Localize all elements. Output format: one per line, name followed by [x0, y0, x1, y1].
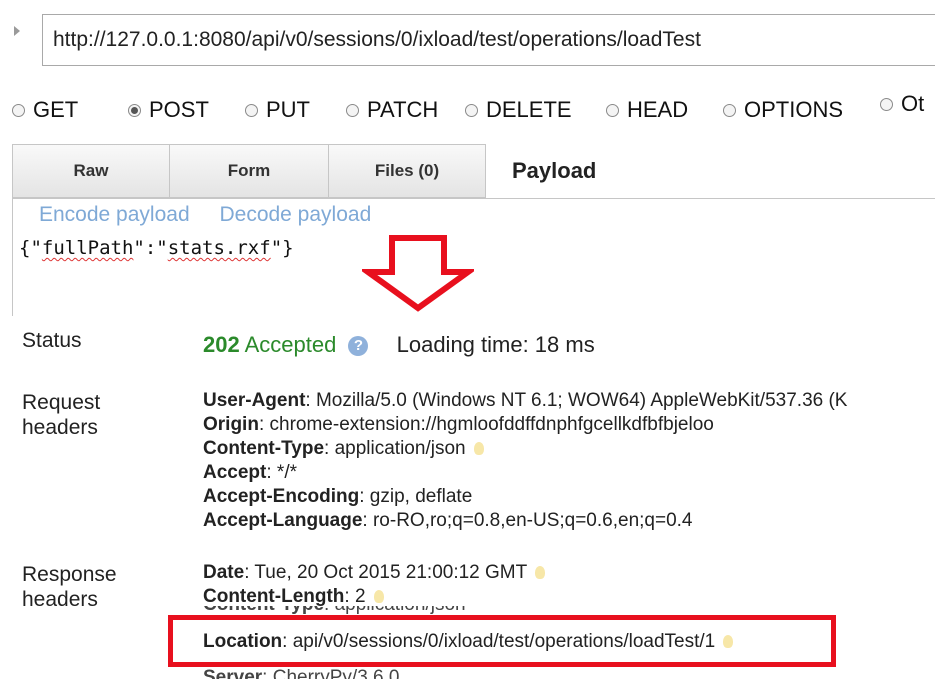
request-headers-list: User-Agent: Mozilla/5.0 (Windows NT 6.1;… [203, 389, 847, 533]
lightbulb-icon[interactable] [473, 442, 484, 455]
radio-post[interactable] [128, 103, 141, 117]
header-value: CherryPy/3.6.0 [272, 667, 400, 679]
encode-payload-link[interactable]: Encode payload [39, 203, 190, 226]
header-value: Tue, 20 Oct 2015 21:00:12 GMT [254, 562, 528, 583]
payload-prefix: {" [19, 237, 42, 259]
method-options[interactable]: OPTIONS [723, 94, 843, 126]
help-icon[interactable]: ? [348, 336, 369, 356]
header-name: Server [203, 667, 263, 679]
method-label: POST [149, 97, 209, 122]
header-value: application/json [335, 606, 466, 615]
header-row: Origin: chrome-extension://hgmloofddffdn… [203, 414, 714, 435]
response-headers-list: Date: Tue, 20 Oct 2015 21:00:12 GMT Cont… [203, 561, 546, 609]
highlight-box [168, 615, 836, 667]
header-value: application/json [334, 438, 466, 459]
label-line: headers [22, 588, 98, 611]
radio-other[interactable] [880, 97, 893, 111]
partially-hidden-header: Server: CherryPy/3.6.0 [203, 667, 399, 679]
header-name: User-Agent [203, 390, 306, 411]
status-code: 202 [203, 332, 240, 357]
method-label: GET [33, 97, 79, 122]
header-name: Origin [203, 414, 259, 435]
status-line: 202 Accepted ? Loading time: 18 ms [203, 332, 595, 358]
header-value: ro-RO,ro;q=0.8,en-US;q=0.6,en;q=0.4 [372, 510, 693, 531]
header-row: Accept-Language: ro-RO,ro;q=0.8,en-US;q=… [203, 510, 693, 531]
radio-options[interactable] [723, 103, 736, 117]
label-line: Request [22, 391, 101, 414]
radio-head[interactable] [606, 103, 619, 117]
header-name: Content-Type [203, 438, 325, 459]
payload-text[interactable]: {"fullPath":"stats.rxf"} [19, 237, 294, 259]
radio-delete[interactable] [465, 103, 478, 117]
header-name: Date [203, 562, 245, 583]
header-value: 2 [354, 586, 366, 607]
tab-files[interactable]: Files (0) [328, 144, 486, 198]
radio-get[interactable] [12, 103, 25, 117]
label-line: headers [22, 416, 98, 439]
encode-decode-links: Encode payload Decode payload [39, 203, 395, 227]
method-get[interactable]: GET [12, 94, 78, 126]
url-input[interactable]: http://127.0.0.1:8080/api/v0/sessions/0/… [42, 14, 935, 66]
payload-value: stats.rxf [167, 237, 271, 259]
payload-separator: ":" [133, 237, 168, 259]
header-row: Accept: */* [203, 462, 297, 483]
header-value: gzip, deflate [369, 486, 473, 507]
radio-patch[interactable] [346, 103, 359, 117]
tab-form[interactable]: Form [169, 144, 329, 198]
header-name: Content-Type [203, 606, 324, 615]
method-label: HEAD [627, 97, 689, 122]
method-patch[interactable]: PATCH [346, 94, 438, 126]
method-other[interactable]: Ot [880, 88, 924, 120]
method-label: DELETE [486, 97, 572, 122]
header-value: */* [276, 462, 297, 483]
header-row: User-Agent: Mozilla/5.0 (Windows NT 6.1;… [203, 390, 848, 411]
payload-tabs: Raw Form Files (0) Payload [12, 144, 935, 198]
header-name: Accept [203, 462, 267, 483]
header-row: Content-Type: application/json [203, 437, 847, 461]
payload-key: fullPath [41, 237, 134, 259]
radio-put[interactable] [245, 103, 258, 117]
header-row: Accept-Encoding: gzip, deflate [203, 486, 473, 507]
payload-heading: Payload [512, 158, 597, 183]
header-name: Accept-Encoding [203, 486, 360, 507]
tab-raw[interactable]: Raw [12, 144, 170, 198]
status-label: Status [22, 329, 82, 352]
method-head[interactable]: HEAD [606, 94, 688, 126]
header-value: chrome-extension://hgmloofddffdnphfgcell… [269, 414, 714, 435]
method-put[interactable]: PUT [245, 94, 310, 126]
loading-time: Loading time: 18 ms [396, 332, 595, 357]
payload-suffix: "} [270, 237, 294, 259]
method-label: PUT [266, 97, 310, 122]
header-name: Content-Length [203, 586, 345, 607]
header-row: Date: Tue, 20 Oct 2015 21:00:12 GMT [203, 561, 546, 585]
response-headers-label: Response headers [22, 562, 117, 612]
method-delete[interactable]: DELETE [465, 94, 572, 126]
method-label: Ot [901, 91, 925, 116]
header-name: Accept-Language [203, 510, 363, 531]
lightbulb-icon[interactable] [535, 566, 546, 579]
method-label: OPTIONS [744, 97, 844, 122]
label-line: Response [22, 563, 117, 586]
method-post[interactable]: POST [128, 94, 209, 126]
expand-arrow-icon[interactable] [14, 26, 20, 36]
method-label: PATCH [367, 97, 439, 122]
lightbulb-icon[interactable] [373, 590, 384, 603]
down-arrow-icon [362, 235, 474, 312]
header-value: Mozilla/5.0 (Windows NT 6.1; WOW64) Appl… [315, 390, 848, 411]
status-text: Accepted [244, 332, 337, 357]
request-headers-label: Request headers [22, 390, 100, 440]
decode-payload-link[interactable]: Decode payload [219, 203, 371, 226]
